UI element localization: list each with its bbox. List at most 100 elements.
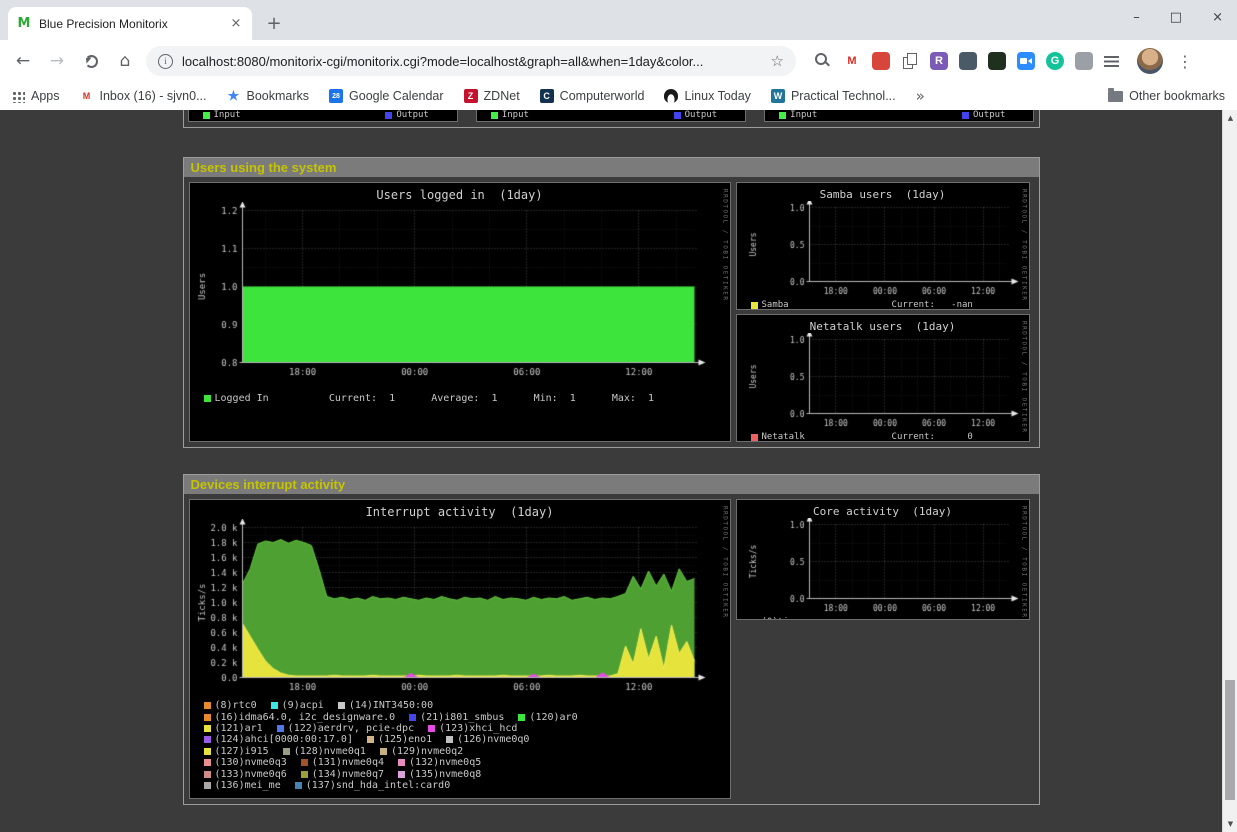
network-graph-partial-1[interactable]: Input Output: [188, 110, 458, 122]
legend-item: (8)rtc0: [204, 700, 257, 711]
forward-button[interactable]: →: [44, 48, 70, 74]
grammarly-icon[interactable]: G: [1046, 52, 1064, 70]
legend-label: (9)acpi: [282, 700, 324, 711]
tab-close-icon[interactable]: ×: [228, 16, 244, 32]
legend-item: (9)acpi: [271, 700, 324, 711]
bookmark-item-3[interactable]: ZZDNet: [464, 89, 520, 103]
users-logged-in-graph[interactable]: Users logged in (1day)RRDTOOL / TOBI OET…: [189, 182, 731, 442]
url-text[interactable]: localhost:8080/monitorix-cgi/monitorix.c…: [182, 54, 762, 69]
vertical-scrollbar[interactable]: ▲ ▼: [1222, 110, 1237, 832]
browser-toolbar: ← → ⌂ i localhost:8080/monitorix-cgi/mon…: [0, 40, 1237, 82]
bookmark-label: Bookmarks: [247, 89, 310, 103]
home-button[interactable]: ⌂: [112, 48, 138, 74]
interrupt-activity-graph[interactable]: Interrupt activity (1day)RRDTOOL / TOBI …: [189, 499, 731, 799]
network-graph-partial-2[interactable]: Input Output: [476, 110, 746, 122]
legend-text: Netatalk Current: 0: [762, 432, 973, 442]
monitorix-favicon-icon: M: [16, 16, 32, 32]
legend-item: (127)i915: [204, 746, 269, 757]
profile-avatar[interactable]: [1137, 48, 1163, 74]
section-header-users: Users using the system: [184, 158, 1039, 177]
new-tab-button[interactable]: +: [260, 9, 288, 37]
site-info-icon[interactable]: i: [158, 54, 173, 69]
output-label: Output: [685, 110, 718, 120]
chart-legend: Samba Current: -nan: [751, 300, 1029, 310]
chart-plot[interactable]: [741, 333, 1023, 429]
scrollbar-down-arrow[interactable]: ▼: [1223, 816, 1237, 832]
legend-row: (121)ar1(122)aerdrv, pcie-dpc(123)xhci_h…: [204, 723, 730, 734]
bookmark-label: Computerworld: [560, 89, 645, 103]
bookmark-item-0[interactable]: MInbox (16) - sjvn0...: [80, 89, 207, 103]
legend-row: (8)rtc0(9)acpi(14)INT3450:00: [204, 700, 730, 711]
output-swatch: [385, 112, 392, 119]
copy-icon[interactable]: [901, 52, 919, 70]
netatalk-users-graph[interactable]: Netatalk users (1day)RRDTOOL / TOBI OETI…: [736, 314, 1030, 442]
legend-swatch: [751, 434, 758, 441]
search-icon[interactable]: [814, 52, 832, 70]
bookmark-item-6[interactable]: WPractical Technol...: [771, 89, 896, 103]
other-bookmarks[interactable]: Other bookmarks: [1108, 89, 1225, 103]
input-label: Input: [502, 110, 529, 120]
apps-grid-icon: [12, 90, 25, 103]
bookmark-item-5[interactable]: Linux Today: [664, 89, 751, 103]
chart-legend: (0)timer: [751, 617, 1029, 620]
legend-row: (136)mei_me (137)snd_hda_intel:card0: [204, 780, 730, 791]
legend-label: (131)nvme0q4: [312, 757, 384, 768]
bookmarks-overflow-chevron[interactable]: »: [916, 87, 925, 105]
scrollbar-up-arrow[interactable]: ▲: [1223, 110, 1237, 126]
legend-text: Logged In Current: 1 Average: 1 Min: 1 M…: [215, 393, 655, 404]
back-button[interactable]: ←: [10, 48, 36, 74]
network-graph-partial-3[interactable]: Input Output: [764, 110, 1034, 122]
chart-plot[interactable]: [194, 519, 714, 695]
scrollbar-thumb[interactable]: [1225, 680, 1235, 800]
extension-icons: MRG: [814, 52, 1119, 70]
rrdtool-watermark: RRDTOOL / TOBI OETIKER: [1021, 506, 1028, 618]
chart-plot[interactable]: [741, 518, 1023, 614]
reload-button[interactable]: [78, 48, 104, 74]
playlist-icon[interactable]: [1104, 56, 1119, 67]
legend-label: (130)nvme0q3: [215, 757, 287, 768]
bookmark-star-icon[interactable]: ☆: [771, 52, 784, 70]
letter-icon: C: [540, 89, 554, 103]
letter-icon: M: [80, 89, 94, 103]
legend-swatch: [409, 714, 416, 721]
legend-label: (133)nvme0q6: [215, 769, 287, 780]
bookmark-item-1[interactable]: ★Bookmarks: [227, 89, 310, 103]
address-bar[interactable]: i localhost:8080/monitorix-cgi/monitorix…: [146, 46, 796, 76]
browser-menu-icon[interactable]: ⋮: [1173, 52, 1197, 71]
legend-label: (135)nvme0q8: [409, 769, 481, 780]
legend-label: (128)nvme0q1: [294, 746, 366, 757]
samba-users-graph[interactable]: Samba users (1day)RRDTOOL / TOBI OETIKER…: [736, 182, 1030, 310]
chart-title: Users logged in (1day): [190, 188, 730, 202]
chart-legend: Logged In Current: 1 Average: 1 Min: 1 M…: [204, 393, 730, 404]
core-activity-graph[interactable]: Core activity (1day)RRDTOOL / TOBI OETIK…: [736, 499, 1030, 620]
legend-label: (132)nvme0q5: [409, 757, 481, 768]
browser-tab[interactable]: M Blue Precision Monitorix ×: [8, 7, 252, 40]
legend-label: (123)xhci_hcd: [439, 723, 517, 734]
evernote-icon[interactable]: [988, 52, 1006, 70]
legend-swatch: [428, 725, 435, 732]
legend-item: (136)mei_me: [204, 780, 281, 791]
chart-plot[interactable]: [194, 202, 714, 380]
extensions-puzzle-icon[interactable]: [1075, 52, 1093, 70]
input-swatch: [203, 112, 210, 119]
pin-icon[interactable]: [872, 52, 890, 70]
legend-item: (125)eno1: [367, 734, 432, 745]
bookmark-item-4[interactable]: C Computerworld: [540, 89, 645, 103]
bookmark-item-2[interactable]: 28Google Calendar: [329, 89, 444, 103]
legend-swatch: [446, 736, 453, 743]
reader-icon[interactable]: R: [930, 52, 948, 70]
apps-shortcut[interactable]: Apps: [12, 89, 60, 103]
letter-icon: Z: [464, 89, 478, 103]
window-close-button[interactable]: ×: [1212, 10, 1223, 25]
minimize-button[interactable]: –: [1133, 10, 1140, 25]
gmail-icon[interactable]: M: [843, 52, 861, 70]
bookmark-items: MInbox (16) - sjvn0... ★Bookmarks 28Google…: [80, 89, 896, 103]
legend-label: (137)snd_hda_intel:card0: [306, 780, 451, 791]
zoom-icon[interactable]: [1017, 52, 1035, 70]
stack-icon[interactable]: [959, 52, 977, 70]
maximize-button[interactable]: □: [1170, 10, 1182, 25]
chart-plot[interactable]: [741, 201, 1023, 297]
legend-row: (16)idma64.0, i2c_designware.0(21)i801_s…: [204, 711, 730, 722]
input-label: Input: [214, 110, 241, 120]
legend-swatch: [271, 702, 278, 709]
